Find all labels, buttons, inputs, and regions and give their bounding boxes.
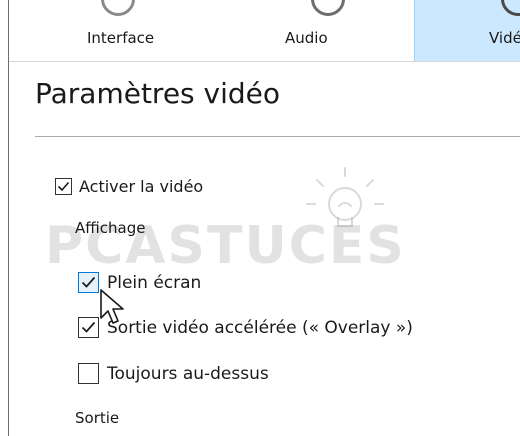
preferences-window: Interface Audio Vidé Paramètres vidéo PC… [8,0,520,436]
category-tab-bar: Interface Audio Vidé [9,0,520,62]
enable-video-checkbox[interactable] [55,178,72,195]
always-on-top-checkbox[interactable] [78,363,99,384]
lightbulb-icon [306,167,384,227]
audio-icon [311,0,345,16]
accelerated-output-label: Sortie vidéo accélérée (« Overlay ») [107,317,413,338]
enable-video-option[interactable]: Activer la vidéo [55,177,203,196]
output-section-label: Sortie [75,409,120,427]
mouse-pointer-icon [100,289,124,324]
title-divider [35,136,520,137]
tab-interface[interactable]: Interface [49,0,189,61]
tab-audio-label: Audio [285,29,328,47]
fullscreen-option[interactable]: Plein écran [78,272,201,293]
tab-audio[interactable]: Audio [259,0,399,61]
accelerated-output-option[interactable]: Sortie vidéo accélérée (« Overlay ») [78,317,413,338]
tab-interface-label: Interface [87,29,155,47]
always-on-top-option[interactable]: Toujours au-dessus [78,363,269,384]
checkmark-icon [57,181,70,192]
checkmark-icon [81,276,96,288]
video-icon [501,0,520,16]
display-section-label: Affichage [75,219,146,237]
tab-video-label: Vidé [489,29,520,47]
page-title: Paramètres vidéo [35,77,281,110]
fullscreen-checkbox[interactable] [78,272,99,293]
tab-video[interactable]: Vidé [414,0,520,61]
always-on-top-label: Toujours au-dessus [107,363,269,384]
enable-video-label: Activer la vidéo [79,177,204,196]
interface-icon [101,0,135,16]
accelerated-output-checkbox[interactable] [78,317,99,338]
checkmark-icon [81,321,96,333]
